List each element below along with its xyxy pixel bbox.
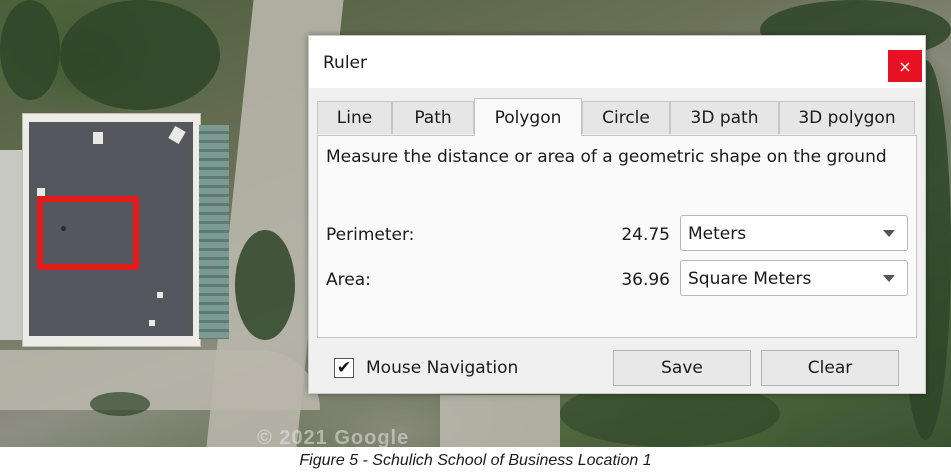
roof-vent <box>93 132 103 144</box>
polygon-outline <box>37 196 139 270</box>
save-button[interactable]: Save <box>613 350 751 386</box>
dialog-title: Ruler <box>323 53 367 73</box>
tab-label: 3D path <box>690 108 759 128</box>
tree <box>90 392 150 416</box>
tab-circle[interactable]: Circle <box>582 101 670 134</box>
perimeter-unit-select[interactable]: Meters <box>680 215 908 251</box>
ruler-dialog: Ruler × Line Path Polygon Circle 3D path… <box>308 35 926 394</box>
tree <box>0 0 60 100</box>
tab-bar: Line Path Polygon Circle 3D path 3D poly… <box>317 98 917 136</box>
perimeter-value: 24.75 <box>621 225 670 245</box>
chevron-down-icon <box>883 275 895 282</box>
tree <box>60 0 220 110</box>
area-unit-value: Square Meters <box>688 269 812 289</box>
mouse-navigation-checkbox[interactable]: ✔ <box>334 358 354 378</box>
tab-label: Circle <box>602 108 650 128</box>
figure-caption: Figure 5 - Schulich School of Business L… <box>299 452 652 469</box>
tab-label: Polygon <box>494 107 562 128</box>
adjacent-building <box>0 150 22 340</box>
tab-3d-path[interactable]: 3D path <box>670 101 779 134</box>
mouse-navigation-label: Mouse Navigation <box>366 358 519 378</box>
road <box>0 350 320 410</box>
area-value: 36.96 <box>621 270 670 290</box>
road <box>440 395 560 447</box>
perimeter-label: Perimeter: <box>326 225 415 245</box>
roof-vent <box>157 292 163 298</box>
map-watermark: © 2021 Google <box>257 427 410 447</box>
perimeter-unit-value: Meters <box>688 224 747 244</box>
tab-path[interactable]: Path <box>392 101 474 134</box>
close-icon: × <box>898 56 912 76</box>
tab-polygon[interactable]: Polygon <box>474 98 582 136</box>
save-button-label: Save <box>661 358 703 378</box>
tab-line[interactable]: Line <box>317 101 392 134</box>
title-bar[interactable]: Ruler × <box>309 36 925 88</box>
clear-button[interactable]: Clear <box>761 350 899 386</box>
tab-3d-polygon[interactable]: 3D polygon <box>779 101 915 134</box>
area-unit-select[interactable]: Square Meters <box>680 260 908 296</box>
tree <box>235 230 295 340</box>
glass-facade <box>199 125 229 339</box>
tab-label: Path <box>414 108 452 128</box>
roof-vent <box>168 125 186 145</box>
close-button[interactable]: × <box>888 50 922 82</box>
area-label: Area: <box>326 270 371 290</box>
roof-vent <box>37 188 45 196</box>
roof-vent <box>149 320 155 326</box>
tab-label: 3D polygon <box>798 108 896 128</box>
clear-button-label: Clear <box>807 358 853 378</box>
chevron-down-icon <box>883 230 895 237</box>
check-icon: ✔ <box>336 358 352 378</box>
tab-label: Line <box>336 108 373 128</box>
description-text: Measure the distance or area of a geomet… <box>326 147 887 167</box>
polygon-tab-panel: Measure the distance or area of a geomet… <box>317 135 917 338</box>
